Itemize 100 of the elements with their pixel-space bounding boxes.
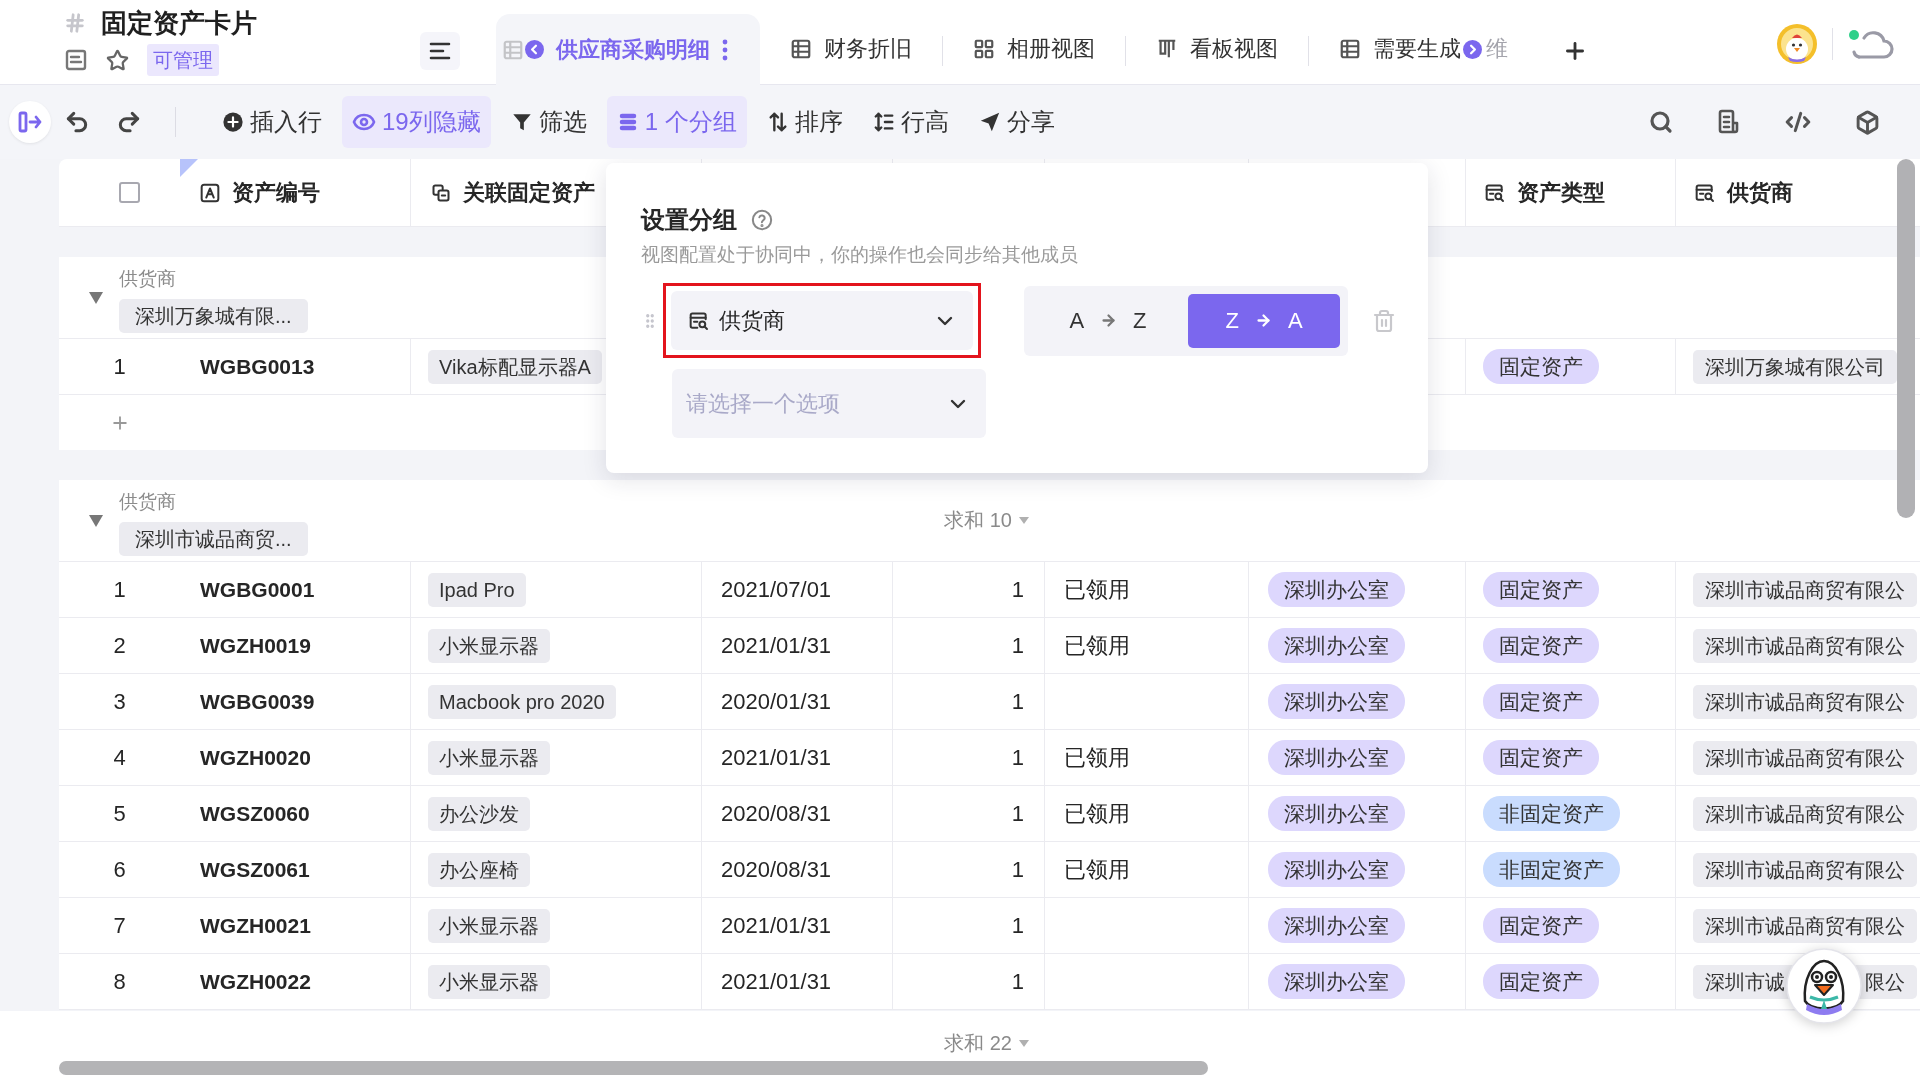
option-tag: 深圳办公室	[1268, 740, 1405, 775]
record-tag: 深圳市诚品商贸有限公	[1693, 628, 1917, 663]
row-number: 5	[112, 799, 127, 828]
toolbar-button[interactable]: 排序	[756, 96, 853, 148]
row-number: 3	[112, 687, 127, 716]
record-tag: Macbook pro 2020	[428, 684, 616, 719]
record-tag: 深圳万象城有限公司	[1693, 349, 1897, 384]
column-header: 资产类型	[1517, 178, 1605, 207]
table-cell: 1	[892, 562, 1044, 617]
expand-triangle-icon[interactable]	[89, 292, 103, 304]
lookup-field-icon	[1695, 182, 1715, 203]
table-cell: 1	[892, 618, 1044, 673]
table-cell: 2020/01/31	[701, 674, 892, 729]
option-tag: 深圳办公室	[1268, 684, 1405, 719]
toolbar-button[interactable]: 19列隐藏	[342, 96, 491, 148]
field-select[interactable]: 供货商	[671, 291, 973, 350]
linked-squares-icon	[431, 182, 451, 203]
table-cell: 2020/08/31	[701, 786, 892, 841]
table-cell-text: WGZH0020	[199, 744, 312, 771]
sheet-title: 固定资产卡片	[101, 7, 257, 40]
table-cell: 已领用	[1044, 730, 1248, 785]
avatar-icon[interactable]	[1777, 24, 1817, 64]
view-tab[interactable]: 需要生成 维	[1309, 14, 1538, 84]
record-tag: 深圳市诚品商贸有限公	[1693, 796, 1917, 831]
option-tag: 固定资产	[1483, 964, 1599, 999]
redo-icon[interactable]	[116, 109, 142, 135]
kanban-icon	[1156, 38, 1178, 60]
option-tag: 固定资产	[1483, 349, 1599, 384]
table-cell: 2021/01/31	[701, 898, 892, 953]
undo-icon[interactable]	[64, 109, 90, 135]
table-cell: 2020/08/31	[701, 842, 892, 897]
table-icon	[502, 38, 524, 61]
option-tag: 非固定资产	[1483, 796, 1620, 831]
group-value-tag: 深圳万象城有限...	[119, 299, 308, 333]
table-cell-text: WGSZ0060	[199, 800, 311, 827]
table-cell: 已领用	[1044, 786, 1248, 841]
row-number: 4	[112, 743, 127, 772]
code-icon[interactable]	[1785, 109, 1811, 135]
view-tab[interactable]: 供应商采购明细	[496, 14, 760, 85]
help-icon[interactable]	[751, 209, 773, 231]
option-tag: 固定资产	[1483, 908, 1599, 943]
table-cell-text: WGZH0022	[199, 968, 312, 995]
grid-icon	[973, 38, 995, 60]
row-number: 1	[112, 352, 127, 381]
row-height-icon	[872, 111, 895, 133]
table-cell: 已领用	[1044, 618, 1248, 673]
table-cell: 2021/01/31	[701, 954, 892, 1009]
row-number: 6	[112, 855, 127, 884]
scroll-right-icon[interactable]	[1463, 39, 1482, 59]
view-tab[interactable]: 相册视图	[943, 14, 1125, 84]
record-tag: Ipad Pro	[428, 572, 526, 607]
sum-summary-button[interactable]: 求和 22	[944, 1029, 1029, 1057]
record-tag: 小米显示器	[428, 628, 550, 663]
toolbar-button[interactable]: 筛选	[500, 96, 597, 148]
toolbar-button[interactable]: 行高	[862, 96, 959, 148]
sort-arrows-icon	[766, 111, 789, 133]
text-field-icon	[200, 182, 220, 203]
row-number: 8	[112, 967, 127, 996]
view-tab[interactable]: 看板视图	[1126, 14, 1308, 84]
record-tag: Vika标配显示器A	[428, 349, 602, 384]
table-cell: 1	[892, 842, 1044, 897]
horizontal-scrollbar[interactable]	[59, 1061, 1208, 1075]
record-tag: 小米显示器	[428, 908, 550, 943]
table-cell: 2021/07/01	[701, 562, 892, 617]
more-vertical-icon[interactable]	[722, 38, 728, 61]
vertical-scrollbar[interactable]	[1897, 159, 1915, 518]
toolbar-button[interactable]: 分享	[968, 96, 1065, 148]
table-cell-text: WGSZ0061	[199, 856, 311, 883]
sort-order-option[interactable]: Z A	[1188, 293, 1340, 348]
document-icon[interactable]	[1717, 109, 1741, 135]
table-cell: 1	[892, 730, 1044, 785]
scroll-left-icon[interactable]	[525, 40, 544, 59]
search-icon[interactable]	[1649, 110, 1673, 134]
table-cell-text: WGBG0001	[199, 576, 316, 603]
document-icon[interactable]	[64, 48, 88, 72]
record-tag: 办公沙发	[428, 796, 530, 831]
select-all-checkbox[interactable]	[119, 182, 140, 203]
cube-icon[interactable]	[1855, 109, 1880, 135]
sidebar-expand-icon	[18, 111, 42, 133]
toolbar-button[interactable]: 插入行	[212, 96, 332, 148]
record-tag: 办公座椅	[428, 852, 530, 887]
expand-triangle-icon[interactable]	[89, 515, 103, 527]
table-icon	[790, 38, 812, 60]
caret-down-icon	[1019, 517, 1029, 524]
permission-badge: 可管理	[147, 44, 219, 76]
sum-summary-button[interactable]: 求和 10	[944, 507, 1029, 534]
column-header: 资产编号	[232, 178, 320, 207]
row-number: 1	[112, 575, 127, 604]
record-tag: 深圳市诚品商贸有限公	[1693, 908, 1917, 943]
menu-button[interactable]	[420, 32, 460, 70]
menu-icon	[429, 42, 451, 60]
star-icon[interactable]	[106, 48, 129, 72]
lookup-field-icon	[689, 310, 709, 331]
caret-down-icon	[1019, 1039, 1029, 1047]
row-number: 7	[112, 911, 127, 940]
sort-order-option[interactable]: A Z	[1032, 293, 1184, 348]
sidebar-toggle-button[interactable]	[9, 101, 51, 143]
view-tab[interactable]: 财务折旧	[760, 14, 942, 84]
cloud-sync-icon[interactable]	[1848, 28, 1894, 60]
group-field-label: 供货商	[119, 490, 176, 514]
